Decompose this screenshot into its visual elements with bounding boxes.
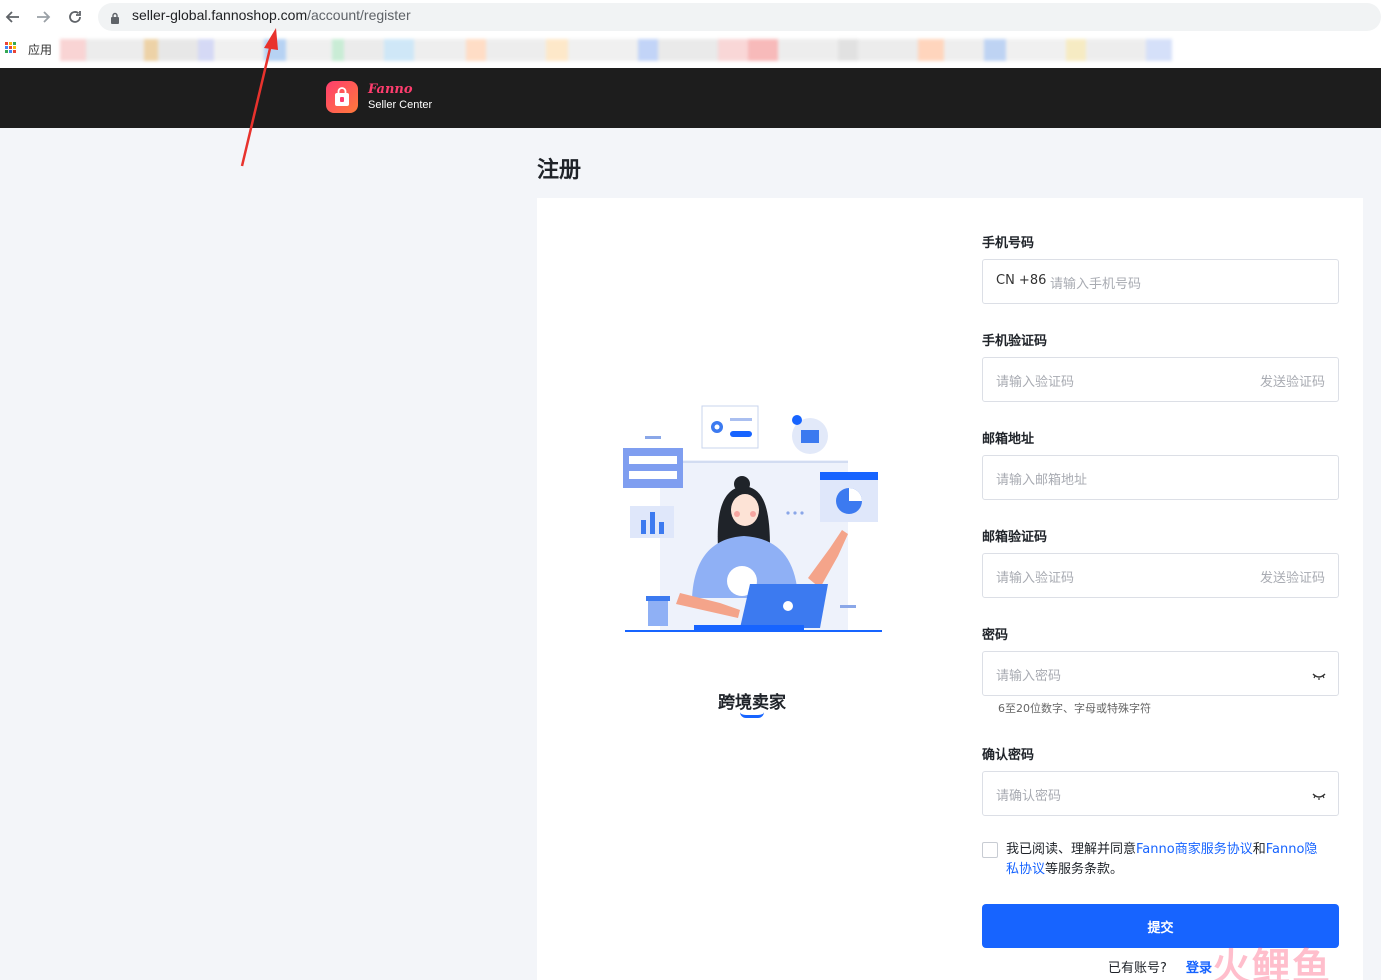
password-input[interactable]: 请输入密码	[982, 651, 1339, 696]
seller-illustration	[623, 405, 882, 632]
phone-code-label: 手机验证码	[982, 334, 1048, 349]
watermark: 火鲤鱼	[1212, 945, 1333, 980]
agreement-suffix: 等服务条款。	[1045, 862, 1124, 877]
agreement-checkbox[interactable]	[982, 842, 998, 858]
send-email-code-button[interactable]: 发送验证码	[1260, 567, 1325, 586]
confirm-password-label: 确认密码	[982, 748, 1035, 763]
email-code-placeholder: 请输入验证码	[996, 571, 1075, 586]
seller-topbar	[0, 68, 1381, 128]
login-link[interactable]: 登录	[1186, 957, 1212, 976]
phone-code-placeholder: 请输入验证码	[996, 375, 1075, 390]
password-hint: 6至20位数字、字母或特殊字符	[998, 702, 1151, 715]
have-account-text: 已有账号?	[1108, 961, 1167, 976]
red-arrow-annotation	[240, 28, 278, 167]
privacy-agreement-link-part1[interactable]: Fanno隐	[1266, 842, 1318, 857]
password-placeholder: 请输入密码	[996, 669, 1062, 684]
url-host: seller-global.fannoshop.com	[132, 7, 308, 23]
password-label: 密码	[982, 628, 1009, 643]
confirm-password-input[interactable]: 请确认密码	[982, 771, 1339, 816]
email-code-input[interactable]: 请输入验证码 发送验证码	[982, 553, 1339, 598]
apps-label[interactable]: 应用	[28, 41, 52, 58]
url-path: /account/register	[307, 7, 411, 23]
email-label: 邮箱地址	[982, 432, 1035, 447]
send-phone-code-button[interactable]: 发送验证码	[1260, 371, 1325, 390]
confirm-password-placeholder: 请确认密码	[996, 789, 1062, 804]
email-code-label: 邮箱验证码	[982, 530, 1048, 545]
fanno-logo[interactable]	[326, 81, 358, 113]
agreement-prefix: 我已阅读、理解并同意	[1006, 842, 1137, 857]
brand-subtitle: Seller Center	[368, 99, 433, 111]
page-title: 注册	[537, 158, 582, 183]
phone-input[interactable]: CN +86 请输入手机号码	[982, 259, 1339, 304]
service-agreement-link[interactable]: Fanno商家服务协议	[1136, 842, 1253, 857]
privacy-agreement-link-part2[interactable]: 私协议	[1006, 862, 1045, 877]
email-input[interactable]: 请输入邮箱地址	[982, 455, 1339, 500]
forward-arrow-icon[interactable]	[32, 6, 54, 28]
apps-grid-icon[interactable]	[5, 42, 17, 54]
agreement-and: 和	[1252, 842, 1266, 857]
lock-icon	[110, 9, 120, 28]
agreement-text: 我已阅读、理解并同意Fanno商家服务协议和Fanno隐私协议等服务条款。	[1006, 840, 1340, 880]
address-url[interactable]: seller-global.fannoshop.com/account/regi…	[132, 7, 411, 23]
back-arrow-icon[interactable]	[2, 6, 24, 28]
country-code-select[interactable]: CN +86	[996, 273, 1046, 288]
eye-closed-icon[interactable]	[1312, 787, 1326, 806]
brand-name: Fanno	[368, 82, 413, 97]
caption-underline	[740, 712, 764, 718]
email-placeholder: 请输入邮箱地址	[996, 473, 1088, 488]
reload-icon[interactable]	[64, 6, 86, 28]
phone-label: 手机号码	[982, 236, 1035, 251]
illustration-caption: 跨境卖家	[718, 693, 786, 713]
phone-code-input[interactable]: 请输入验证码 发送验证码	[982, 357, 1339, 402]
eye-closed-icon[interactable]	[1312, 667, 1326, 686]
phone-placeholder: 请输入手机号码	[1050, 277, 1142, 292]
